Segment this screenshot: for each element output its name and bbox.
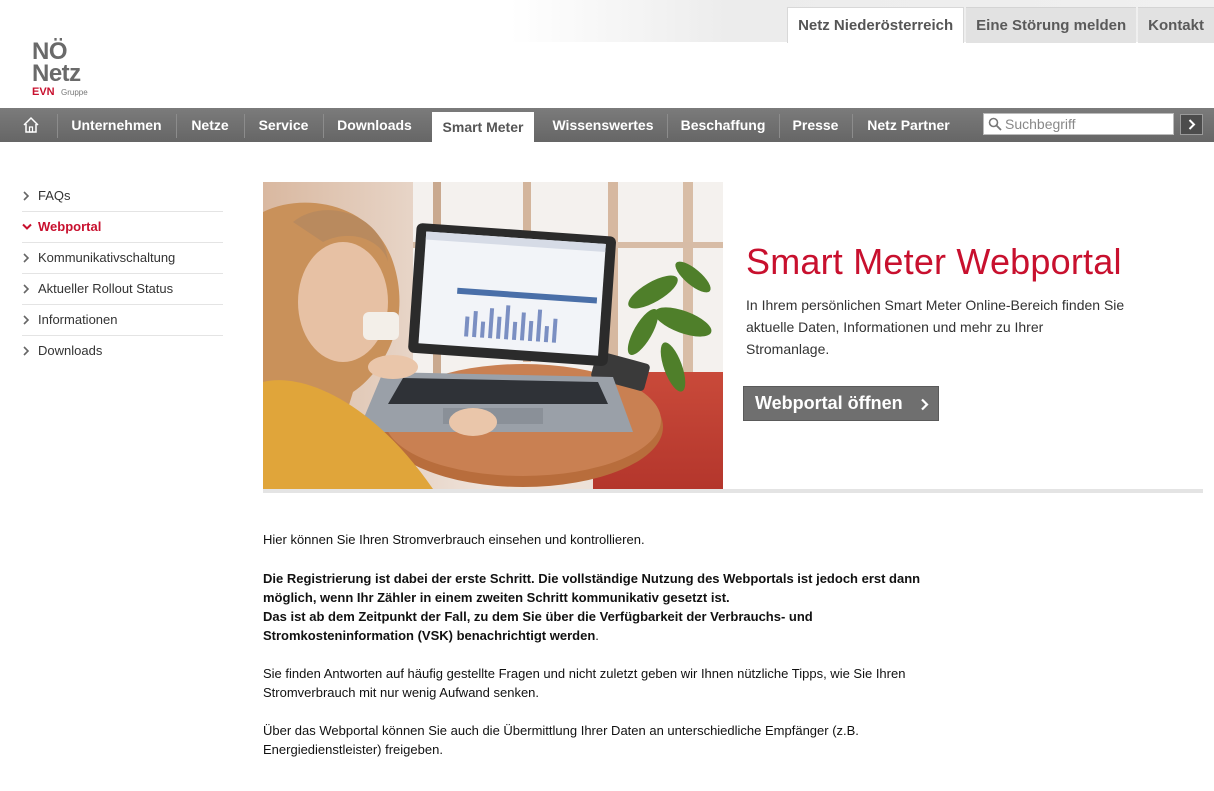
sidebar-item-label: Webportal bbox=[38, 219, 102, 234]
chevron-right-icon bbox=[1188, 119, 1195, 130]
faq-tips-paragraph: Sie finden Antworten auf häufig gestellt… bbox=[263, 666, 906, 700]
sidebar-item-webportal[interactable]: Webportal bbox=[22, 212, 223, 243]
top-links: Netz Niederösterreich Eine Störung melde… bbox=[785, 7, 1214, 43]
nav-item-wissenswertes[interactable]: Wissenswertes bbox=[541, 108, 665, 142]
top-link-stoerung-melden[interactable]: Eine Störung melden bbox=[966, 7, 1137, 43]
registration-line2: Das ist ab dem Zeitpunkt der Fall, zu de… bbox=[263, 609, 813, 643]
nav-item-smart-meter[interactable]: Smart Meter bbox=[432, 112, 534, 142]
registration-paragraph: Die Registrierung ist dabei der erste Sc… bbox=[263, 569, 943, 645]
top-link-netz-noe[interactable]: Netz Niederösterreich bbox=[787, 7, 965, 43]
sidebar-nav: FAQs Webportal Kommunikativschaltung Akt… bbox=[22, 181, 223, 367]
nav-item-netz-partner[interactable]: Netz Partner bbox=[853, 108, 964, 142]
search-icon bbox=[988, 117, 1002, 131]
nav-item-netze[interactable]: Netze bbox=[177, 108, 243, 142]
hero-image bbox=[263, 182, 723, 489]
logo-line2: Netz bbox=[32, 60, 81, 87]
sidebar-item-label: Aktueller Rollout Status bbox=[38, 281, 174, 296]
webportal-open-label: Webportal öffnen bbox=[755, 393, 903, 413]
chevron-right-icon bbox=[23, 284, 30, 294]
hero-description: In Ihrem persönlichen Smart Meter Online… bbox=[746, 297, 1125, 357]
hero-title: Smart Meter Webportal bbox=[746, 241, 1122, 282]
registration-tail: . bbox=[595, 628, 599, 643]
logo-evn: EVN bbox=[32, 86, 55, 98]
home-button[interactable] bbox=[14, 108, 48, 142]
chevron-right-icon bbox=[23, 346, 30, 356]
search-input[interactable] bbox=[1005, 116, 1169, 132]
hero-divider bbox=[263, 489, 1203, 493]
nav-item-downloads[interactable]: Downloads bbox=[324, 108, 425, 142]
logo-gruppe: Gruppe bbox=[61, 88, 88, 97]
sidebar-item-label: Kommunikativschaltung bbox=[38, 250, 176, 265]
logo[interactable]: NÖ Netz EVN Gruppe bbox=[32, 40, 102, 100]
hero-photo-laptop bbox=[263, 182, 723, 489]
sidebar-item-label: Informationen bbox=[38, 312, 118, 327]
sidebar-item-label: FAQs bbox=[38, 188, 71, 203]
nav-item-unternehmen[interactable]: Unternehmen bbox=[58, 108, 175, 142]
sidebar-item-label: Downloads bbox=[38, 343, 103, 358]
registration-line1: Die Registrierung ist dabei der erste Sc… bbox=[263, 571, 921, 605]
chevron-right-icon bbox=[23, 315, 30, 325]
webportal-open-button[interactable]: Webportal öffnen bbox=[743, 386, 939, 421]
top-link-kontakt[interactable]: Kontakt bbox=[1138, 7, 1214, 43]
sidebar-item-kommunikativschaltung[interactable]: Kommunikativschaltung bbox=[22, 243, 223, 274]
chevron-down-icon bbox=[22, 223, 32, 230]
data-sharing-paragraph: Über das Webportal können Sie auch die Ü… bbox=[263, 723, 859, 757]
nav-item-service[interactable]: Service bbox=[245, 108, 322, 142]
sidebar-item-downloads[interactable]: Downloads bbox=[22, 336, 223, 367]
chevron-right-icon bbox=[921, 398, 929, 411]
sidebar-item-rollout-status[interactable]: Aktueller Rollout Status bbox=[22, 274, 223, 305]
search-submit-button[interactable] bbox=[1180, 114, 1203, 135]
home-icon bbox=[23, 116, 39, 133]
sidebar-item-informationen[interactable]: Informationen bbox=[22, 305, 223, 336]
intro-paragraph: Hier können Sie Ihren Stromverbrauch ein… bbox=[263, 532, 645, 547]
chevron-right-icon bbox=[23, 191, 30, 201]
search-box bbox=[983, 113, 1174, 135]
nav-item-beschaffung[interactable]: Beschaffung bbox=[668, 108, 778, 142]
sidebar-item-faqs[interactable]: FAQs bbox=[22, 181, 223, 212]
nav-item-presse[interactable]: Presse bbox=[780, 108, 851, 142]
chevron-right-icon bbox=[23, 253, 30, 263]
